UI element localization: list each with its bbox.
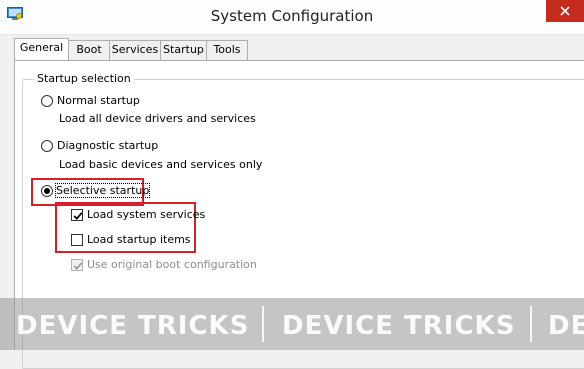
- selective-startup-radio[interactable]: [41, 185, 53, 197]
- tab-tools[interactable]: Tools: [206, 40, 248, 60]
- tab-services[interactable]: Services: [109, 40, 161, 60]
- startup-selection-label: Startup selection: [34, 72, 134, 85]
- checkmark-icon: [73, 212, 83, 220]
- normal-startup-description: Load all device drivers and services: [59, 112, 256, 125]
- tab-general[interactable]: General: [14, 38, 69, 60]
- diagnostic-startup-label[interactable]: Diagnostic startup: [57, 139, 158, 152]
- load-startup-items-checkbox[interactable]: [71, 234, 83, 246]
- tab-startup[interactable]: Startup: [160, 40, 207, 60]
- checkmark-icon: [73, 262, 83, 270]
- window-title: System Configuration: [210, 7, 374, 25]
- watermark-separator: [262, 306, 264, 342]
- normal-startup-radio[interactable]: [41, 95, 53, 107]
- close-icon: [560, 6, 570, 16]
- load-system-services-label[interactable]: Load system services: [87, 208, 205, 221]
- watermark-text: DE: [548, 311, 584, 341]
- watermark-text: DEVICE TRICKS: [282, 311, 516, 341]
- use-original-boot-config-label: Use original boot configuration: [87, 258, 257, 271]
- diagnostic-startup-description: Load basic devices and services only: [59, 158, 263, 171]
- use-original-boot-config-checkbox: [71, 259, 83, 271]
- watermark-separator: [530, 306, 532, 342]
- watermark-text: DEVICE TRICKS: [16, 311, 250, 341]
- watermark-banner: DEVICE TRICKS DEVICE TRICKS DE: [0, 298, 584, 350]
- normal-startup-label[interactable]: Normal startup: [57, 94, 140, 107]
- close-button[interactable]: [546, 0, 584, 22]
- load-startup-items-label[interactable]: Load startup items: [87, 233, 191, 246]
- diagnostic-startup-radio[interactable]: [41, 140, 53, 152]
- load-system-services-checkbox[interactable]: [71, 209, 83, 221]
- radio-selected-dot: [44, 188, 50, 194]
- tab-boot[interactable]: Boot: [68, 40, 110, 60]
- tab-bar: General Boot Services Startup Tools: [14, 38, 584, 60]
- title-bar: System Configuration: [0, 0, 584, 35]
- selective-startup-label[interactable]: Selective startup: [54, 183, 151, 198]
